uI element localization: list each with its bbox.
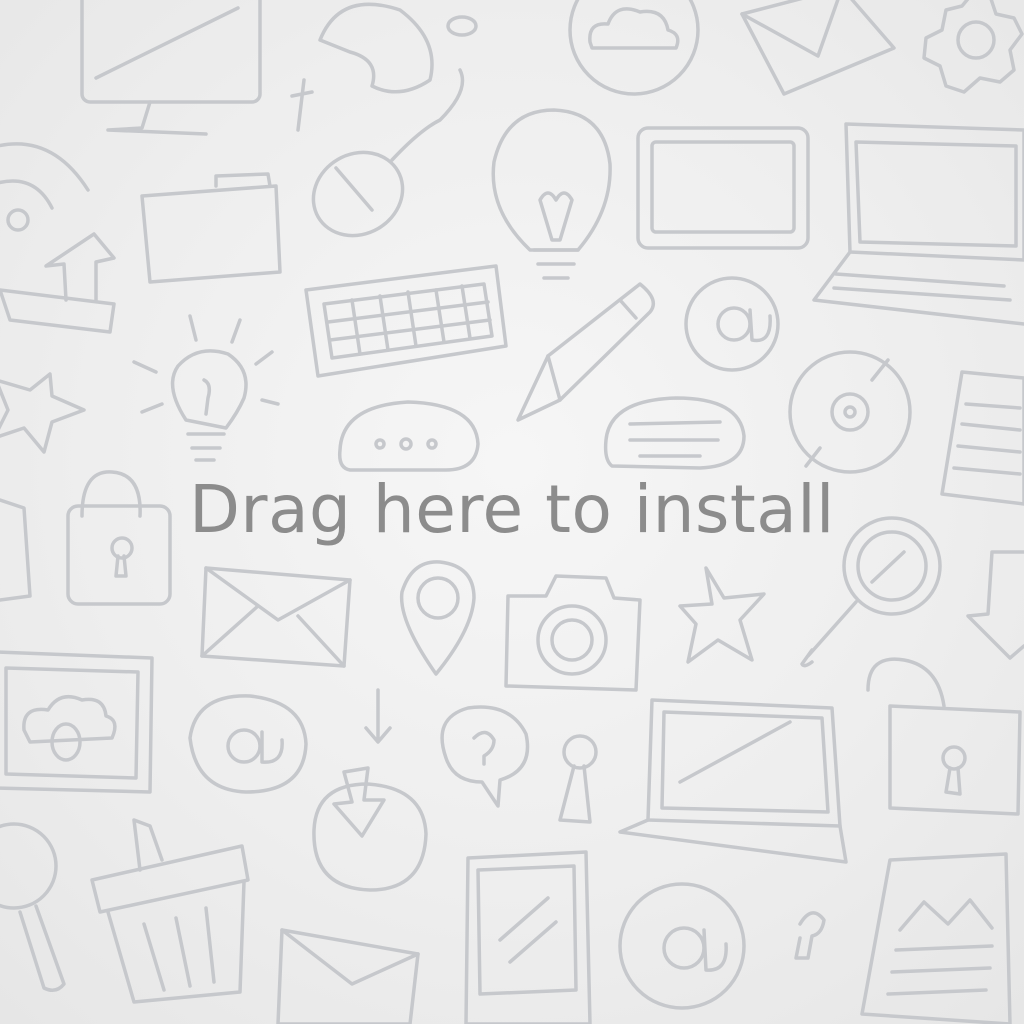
map-pin-icon xyxy=(402,562,474,674)
image-frame-icon xyxy=(0,652,152,792)
letter-icon xyxy=(278,930,418,1024)
envelope-icon xyxy=(742,0,894,94)
mail-icon xyxy=(202,568,350,666)
smartphone-icon xyxy=(466,852,590,1024)
at-circle-icon xyxy=(620,884,744,1008)
chart-document-icon xyxy=(862,854,1010,1024)
install-drop-zone[interactable]: Drag here to install xyxy=(0,0,1024,1024)
disc-icon xyxy=(790,352,910,472)
wifi-icon xyxy=(0,144,88,230)
magnifier-icon xyxy=(0,824,64,990)
download-arrow-icon xyxy=(968,552,1024,658)
pencil-icon xyxy=(518,284,653,420)
laptop-open-icon xyxy=(620,700,846,862)
chat-bubble-icon xyxy=(340,402,478,470)
drop-zone-hint: Drag here to install xyxy=(189,471,835,548)
idea-bulb-icon xyxy=(134,316,278,460)
upload-arrow-icon xyxy=(0,234,114,332)
mouse-icon xyxy=(298,70,462,252)
gear-icon xyxy=(924,0,1022,92)
at-sign-icon xyxy=(686,278,778,370)
email-at-icon xyxy=(190,696,306,792)
star-icon xyxy=(0,374,84,452)
star-icon xyxy=(680,568,764,662)
cloud-circle-icon xyxy=(570,0,698,94)
folder-icon xyxy=(142,174,280,282)
monitor-icon xyxy=(82,0,260,134)
download-box-icon xyxy=(314,768,426,890)
camera-icon xyxy=(506,576,640,690)
laptop-icon xyxy=(814,124,1024,324)
trash-can-icon xyxy=(92,820,248,1002)
tablet-icon xyxy=(638,128,808,248)
lightbulb-icon xyxy=(493,110,610,278)
speech-bubble-icon xyxy=(606,398,744,468)
keyhole-icon xyxy=(560,736,596,822)
question-bubble-icon xyxy=(442,707,527,806)
keyboard-icon xyxy=(306,266,506,376)
unlocked-padlock-icon xyxy=(868,659,1020,814)
